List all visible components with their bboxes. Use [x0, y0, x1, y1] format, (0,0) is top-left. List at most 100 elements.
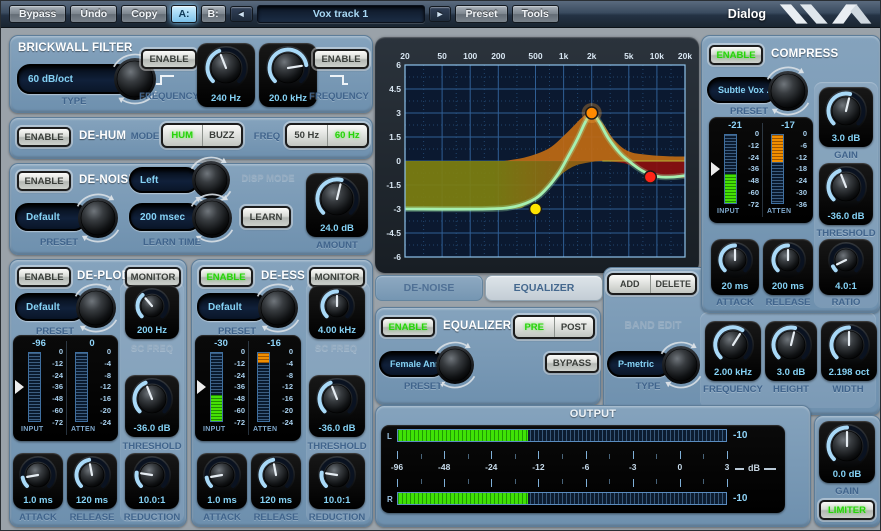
preset-name-display[interactable]: Vox track 1 — [257, 5, 425, 23]
disp-mode-display[interactable]: Left — [129, 167, 199, 193]
tab-equalizer[interactable]: EQUALIZER — [485, 275, 603, 301]
deess-release-value: 120 ms — [251, 495, 301, 506]
freq-50hz-option[interactable]: 50 Hz — [287, 125, 328, 146]
threshold-marker[interactable] — [15, 380, 24, 394]
compress-gain-knob[interactable]: 3.0 dB — [819, 87, 873, 147]
deess-enable-button[interactable]: ENABLE — [199, 267, 253, 287]
eq-band-handle[interactable] — [586, 107, 598, 119]
input-meter-bar — [28, 352, 41, 422]
denoise-preset-selector-knob[interactable] — [77, 197, 119, 239]
compress-enable-button[interactable]: ENABLE — [709, 45, 763, 65]
dehum-freq-label: FREQ — [251, 131, 283, 142]
deplode-reduction-label: REDUCTION — [117, 512, 187, 523]
preset-menu-button[interactable]: Preset — [455, 5, 507, 23]
deplode-sc-freq-label: SC FREQ — [121, 343, 183, 354]
output-readout-left: -10 — [733, 430, 747, 441]
band-edit-label: BAND EDIT — [615, 319, 691, 331]
tools-menu-button[interactable]: Tools — [512, 5, 559, 23]
deplode-attack-knob[interactable]: 1.0 ms — [13, 453, 63, 509]
tab-denoise[interactable]: DE-NOISE — [375, 275, 483, 301]
deess-reduction-value: 10.0:1 — [309, 495, 365, 506]
hum-option[interactable]: HUM — [163, 125, 203, 146]
deplode-threshold-knob[interactable]: -36.0 dB — [125, 375, 179, 437]
deess-release-knob[interactable]: 120 ms — [251, 453, 301, 509]
deess-threshold-knob[interactable]: -36.0 dB — [309, 375, 365, 437]
pre-option[interactable]: PRE — [515, 317, 555, 337]
post-option[interactable]: POST — [555, 317, 594, 337]
wave-arts-logo — [778, 3, 874, 25]
atten-meter-scale: 0-4-8-12-16-20-24 — [91, 348, 111, 426]
equalizer-enable-button[interactable]: ENABLE — [381, 317, 435, 337]
equalizer-bypass-button[interactable]: BYPASS — [545, 353, 599, 373]
deplode-release-label: RELEASE — [65, 512, 119, 523]
deess-monitor-button[interactable]: MONITOR — [309, 267, 365, 287]
ab-a-button[interactable]: A: — [171, 5, 196, 23]
buzz-option[interactable]: BUZZ — [203, 125, 242, 146]
deplode-preset-selector-knob[interactable] — [75, 287, 117, 329]
freq-60hz-option[interactable]: 60 Hz — [328, 125, 368, 146]
delete-band-button[interactable]: DELETE — [651, 275, 695, 293]
limiter-button[interactable]: LIMITER — [819, 500, 875, 520]
undo-button[interactable]: Undo — [70, 5, 117, 23]
svg-text:-6: -6 — [393, 252, 401, 262]
eq-band-handle[interactable] — [644, 171, 656, 183]
equalizer-title: EQUALIZER — [443, 320, 511, 332]
learn-time-selector-knob[interactable] — [191, 197, 233, 239]
band-type-selector-knob[interactable] — [661, 345, 701, 385]
deess-attack-knob[interactable]: 1.0 ms — [197, 453, 247, 509]
eq-band-handle[interactable] — [530, 203, 542, 215]
dehum-enable-button[interactable]: ENABLE — [17, 127, 71, 147]
deplode-attack-value: 1.0 ms — [13, 495, 63, 506]
deess-release-label: RELEASE — [249, 512, 303, 523]
compress-ratio-knob[interactable]: 4.0:1 — [819, 239, 873, 295]
deess-preset-selector-knob[interactable] — [257, 287, 299, 329]
compress-threshold-knob[interactable]: -36.0 dB — [819, 163, 873, 225]
band-width-knob[interactable]: 2.198 oct — [821, 321, 877, 381]
band-height-knob[interactable]: 3.0 dB — [765, 321, 817, 381]
add-band-button[interactable]: ADD — [609, 275, 651, 293]
compress-release-knob[interactable]: 200 ms — [763, 239, 813, 295]
disp-mode-label: DISP MODE — [237, 173, 299, 184]
prev-preset-button[interactable]: ◄ — [230, 6, 253, 22]
deplode-reduction-value: 10.0:1 — [125, 495, 179, 506]
svg-text:50: 50 — [437, 51, 447, 61]
svg-text:-4.5: -4.5 — [386, 228, 401, 238]
deplode-monitor-button[interactable]: MONITOR — [125, 267, 181, 287]
copy-button[interactable]: Copy — [121, 5, 167, 23]
svg-text:500: 500 — [528, 51, 542, 61]
band-frequency-knob[interactable]: 2.00 kHz — [705, 321, 761, 381]
next-preset-button[interactable]: ► — [429, 6, 452, 22]
output-gain-knob[interactable]: 0.0 dB — [819, 421, 875, 483]
deess-reduction-label: REDUCTION — [301, 512, 373, 523]
deplode-enable-button[interactable]: ENABLE — [17, 267, 71, 287]
svg-text:1k: 1k — [559, 51, 569, 61]
output-meter-bar-left — [397, 429, 727, 442]
ab-b-button[interactable]: B: — [201, 5, 226, 23]
output-meter: L -10 -96-48-24-12-6-303 dB R -10 — [381, 425, 785, 513]
compress-preset-label: PRESET — [719, 106, 779, 117]
bypass-button[interactable]: Bypass — [9, 5, 66, 23]
learn-button[interactable]: LEARN — [241, 206, 291, 228]
svg-text:-1.5: -1.5 — [386, 180, 401, 190]
threshold-marker[interactable] — [711, 162, 720, 176]
deess-sc-freq-knob[interactable]: 4.00 kHz — [309, 285, 365, 339]
band-frequency-value: 2.00 kHz — [705, 367, 761, 378]
deplode-sc-freq-knob[interactable]: 200 Hz — [125, 285, 179, 339]
denoise-enable-button[interactable]: ENABLE — [17, 171, 71, 191]
eq-graph[interactable]: 20501002005001k2k5k10k20k64.531.50-1.5-3… — [381, 43, 693, 267]
input-meter-scale: 0-12-24-36-48-60-72 — [43, 348, 63, 426]
hp-frequency-knob[interactable]: 240 Hz — [197, 43, 255, 107]
compress-threshold-label: THRESHOLD — [811, 228, 881, 239]
deess-reduction-knob[interactable]: 10.0:1 — [309, 453, 365, 509]
lp-enable-button[interactable]: ENABLE — [313, 49, 369, 69]
svg-text:2k: 2k — [587, 51, 597, 61]
deplode-release-knob[interactable]: 120 ms — [67, 453, 117, 509]
equalizer-preset-selector-knob[interactable] — [435, 345, 475, 385]
denoise-amount-knob[interactable]: 24.0 dB — [306, 173, 368, 237]
compress-threshold-value: -36.0 dB — [819, 211, 873, 222]
deplode-reduction-knob[interactable]: 10.0:1 — [125, 453, 179, 509]
hp-enable-button[interactable]: ENABLE — [141, 49, 197, 69]
threshold-marker[interactable] — [197, 380, 206, 394]
lp-frequency-label: FREQUENCY — [307, 91, 371, 102]
compress-attack-knob[interactable]: 20 ms — [711, 239, 759, 295]
